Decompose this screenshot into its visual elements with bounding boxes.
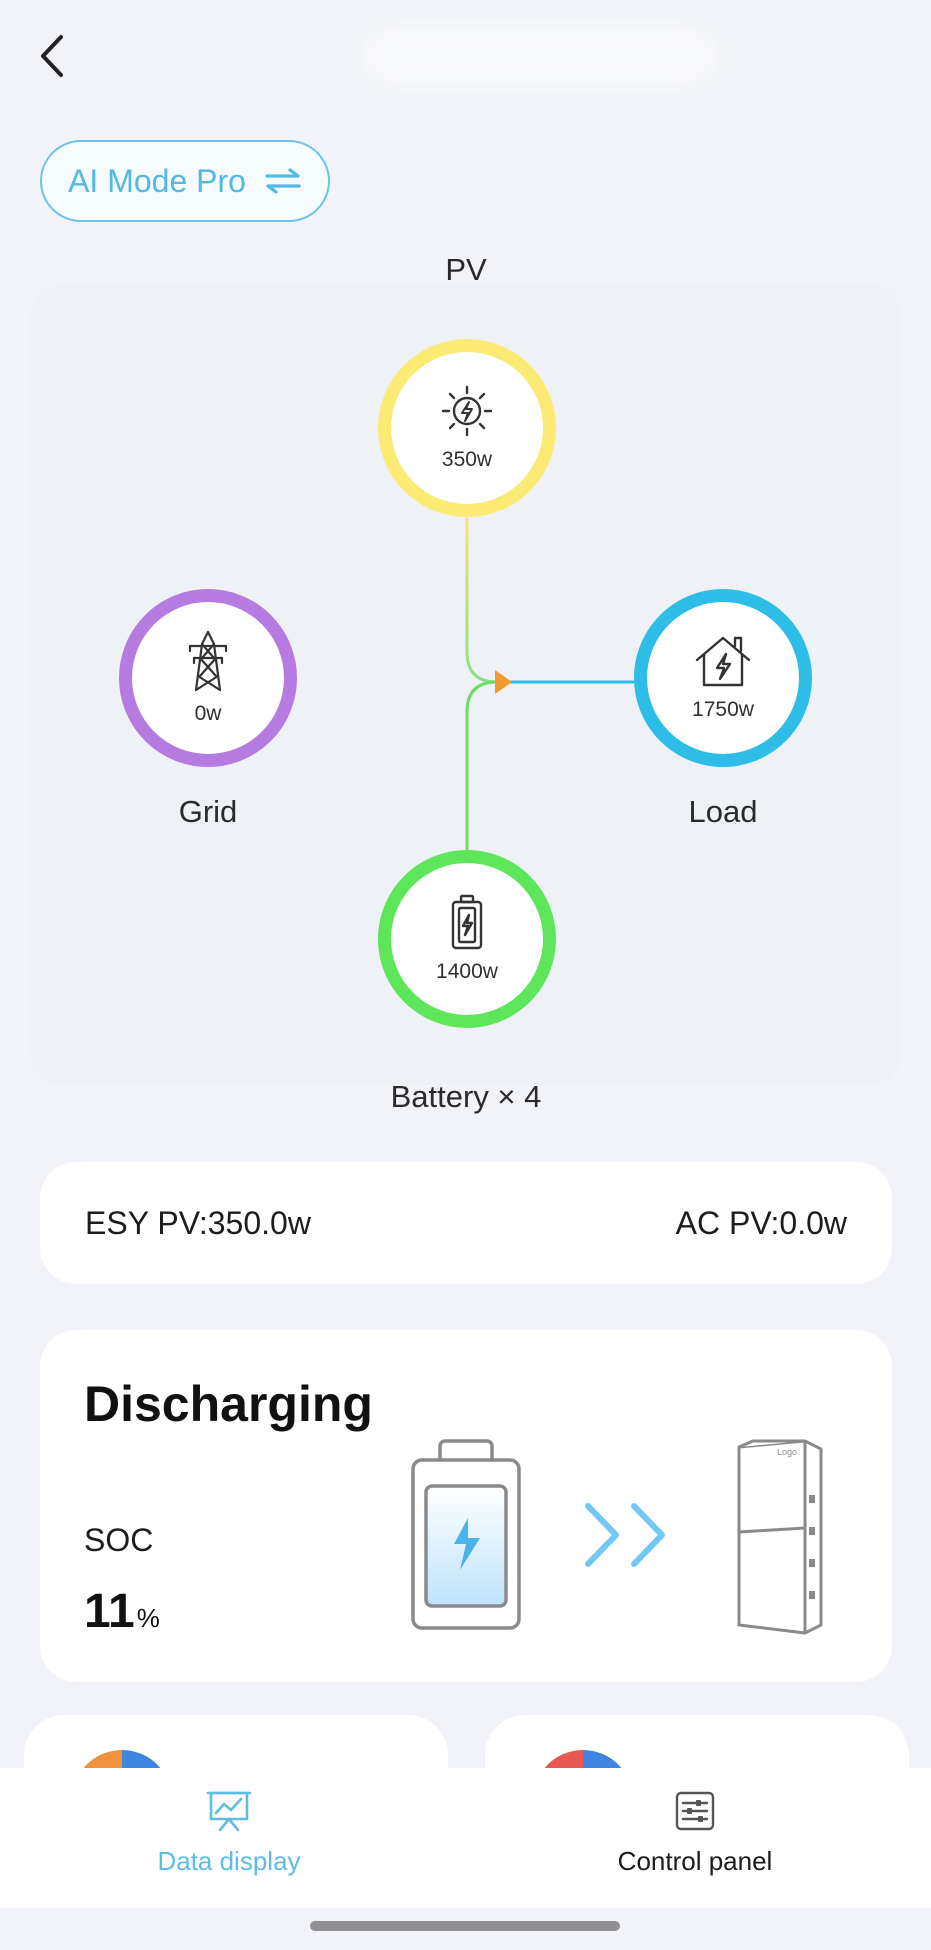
presentation-chart-icon: [206, 1791, 252, 1832]
device-logo-text: Logo: [777, 1447, 797, 1457]
solar-sun-bolt-icon: [441, 385, 493, 437]
discharge-arrows-icon: [585, 1503, 665, 1567]
pv-flow-line: [465, 518, 498, 684]
battery-label: Battery × 4: [390, 1079, 542, 1114]
ac-pv-value: AC PV:0.0w: [675, 1204, 847, 1241]
flow-junction-arrow: [495, 670, 512, 694]
tab-data-display-label: Data display: [157, 1846, 301, 1876]
grid-value: 0w: [194, 702, 222, 725]
load-node[interactable]: 1750w: [634, 589, 812, 767]
grid-node[interactable]: 0w: [119, 589, 297, 767]
soc-number: 11: [84, 1585, 135, 1638]
power-tower-icon: [188, 630, 228, 692]
inverter-device-illustration: Logo: [737, 1439, 823, 1635]
tab-data-display[interactable]: Data display: [79, 1790, 379, 1877]
load-label: Load: [688, 794, 758, 829]
soc-value: 11%: [84, 1584, 160, 1639]
battery-value: 1400w: [436, 960, 498, 983]
battery-flow-line: [465, 680, 498, 850]
pv-value: 350w: [441, 448, 493, 471]
load-value: 1750w: [692, 698, 754, 721]
pv-summary-card: ESY PV:350.0w AC PV:0.0w: [40, 1162, 892, 1284]
tab-control-panel-label: Control panel: [617, 1846, 773, 1876]
battery-illustration: [411, 1439, 521, 1630]
pv-node[interactable]: 350w: [378, 339, 556, 517]
soc-label: SOC: [84, 1522, 154, 1558]
sliders-panel-icon: [675, 1791, 715, 1831]
battery-node[interactable]: 1400w: [378, 850, 556, 1028]
home-indicator: [310, 1921, 620, 1931]
house-bolt-icon: [695, 636, 751, 687]
esy-pv-value: ESY PV:350.0w: [85, 1204, 311, 1241]
soc-unit: %: [136, 1603, 160, 1633]
grid-label: Grid: [178, 794, 238, 829]
status-title: Discharging: [84, 1376, 373, 1432]
pv-label: PV: [445, 252, 487, 287]
battery-bolt-icon: [451, 894, 483, 950]
tab-control-panel[interactable]: Control panel: [545, 1790, 845, 1877]
